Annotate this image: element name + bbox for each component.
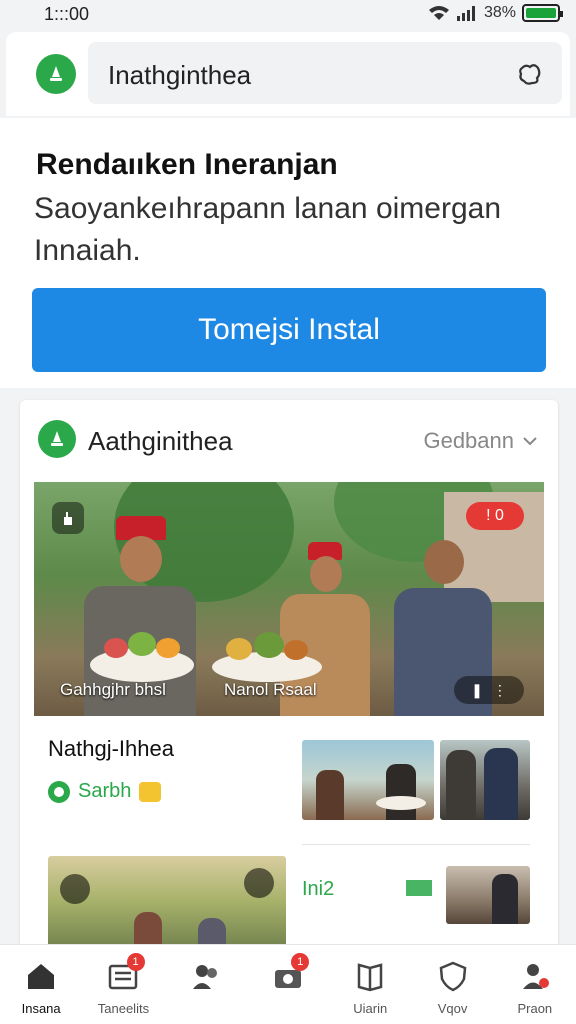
app-header: Inathginthea [6, 32, 570, 116]
pause-icon[interactable]: ❚ [471, 682, 483, 699]
app-logo [36, 54, 76, 94]
shield-icon [439, 961, 466, 992]
dropdown-label: Gedbann [423, 428, 514, 453]
nav-item-profile[interactable]: Praon [494, 945, 576, 1024]
food-plate [212, 632, 322, 682]
card-title: Aathginithea [88, 426, 233, 456]
nav-item-home[interactable]: Insana [0, 945, 82, 1024]
nav-item-book[interactable]: Uiarin [329, 945, 411, 1024]
nav-label: Uiarin [353, 1001, 388, 1016]
status-icons: 38% [428, 4, 563, 22]
nav-label: Taneelits [97, 1001, 150, 1016]
camera-icon[interactable] [244, 868, 274, 898]
status-bar: 1:::00 38% [0, 0, 576, 30]
user-name: Sarbh [78, 780, 132, 802]
nav-label: Vqov [437, 1001, 468, 1016]
battery-percent: 38% [483, 4, 516, 21]
battery-fill [526, 8, 556, 18]
nav-label: Insana [21, 1001, 61, 1016]
nav-item-shield[interactable]: Vqov [411, 945, 493, 1024]
card-logo [38, 420, 76, 458]
hero-subtitle: Saoyankeıhrapann lanan oimergan Innaiah. [34, 192, 502, 267]
thumbnail-image[interactable] [440, 740, 530, 820]
puzzle-icon[interactable] [516, 60, 544, 88]
photo-caption-left: Gahhgjhr bhsl [60, 680, 166, 699]
search-text: Inathginthea [108, 60, 252, 90]
nav-item-news[interactable]: 1 Taneelits [82, 945, 164, 1024]
hand-icon[interactable] [52, 502, 84, 534]
item-title[interactable]: Nathgj-Ihhea [48, 736, 174, 762]
flag-icon [406, 880, 432, 896]
hero-section: Rendaııken Ineranjan Saoyankeıhrapann la… [0, 118, 576, 388]
app-logo-icon [50, 66, 62, 81]
badge-icon [139, 781, 162, 802]
photo-caption-right: Nanol Rsaal [224, 680, 317, 699]
food-plate [90, 632, 194, 682]
thumbnail-image[interactable] [446, 866, 530, 924]
more-icon[interactable]: ⋮ [493, 682, 507, 699]
nav-item-people[interactable] [165, 945, 247, 1024]
install-button[interactable]: Tomejsi Instal [32, 288, 546, 372]
wifi-icon [428, 6, 449, 20]
chevron-down-icon [523, 437, 537, 446]
card-logo-icon [51, 431, 63, 446]
battery-icon [522, 4, 563, 22]
nav-label: Praon [517, 1001, 553, 1016]
thumbnail-image[interactable] [48, 856, 286, 956]
item-user[interactable]: Sarbh [48, 780, 162, 803]
content-card: Aathginithea Gedbann ! 0 Gahhgjhr bhsl N… [20, 400, 558, 960]
nav-item-camera[interactable]: 1 [247, 945, 329, 1024]
home-icon [28, 964, 55, 989]
user-status-icon [48, 780, 70, 803]
notification-badge: 1 [291, 953, 310, 971]
search-bar[interactable]: Inathginthea [88, 42, 562, 104]
hero-title: Rendaııken Ineranjan [36, 148, 338, 181]
info-text: Ini2 [302, 878, 335, 900]
feature-photo[interactable]: ! 0 Gahhgjhr bhsl Nanol Rsaal ❚ ⋮ [34, 482, 544, 716]
signal-icon [456, 6, 475, 21]
photo-badge[interactable]: ! 0 [466, 502, 524, 530]
thumbnail-image[interactable] [302, 740, 434, 820]
bottom-nav: Insana 1 Taneelits 1 Uiarin Vqov Praon [0, 944, 576, 1024]
people-icon [192, 965, 217, 989]
hand-icon[interactable] [60, 874, 90, 904]
book-icon [358, 963, 383, 992]
notification-badge: 1 [126, 953, 145, 971]
divider [302, 844, 530, 845]
photo-controls[interactable]: ❚ ⋮ [454, 676, 524, 704]
card-dropdown[interactable]: Gedbann [423, 428, 538, 454]
profile-icon [522, 964, 549, 989]
status-time: 1:::00 [44, 4, 90, 24]
